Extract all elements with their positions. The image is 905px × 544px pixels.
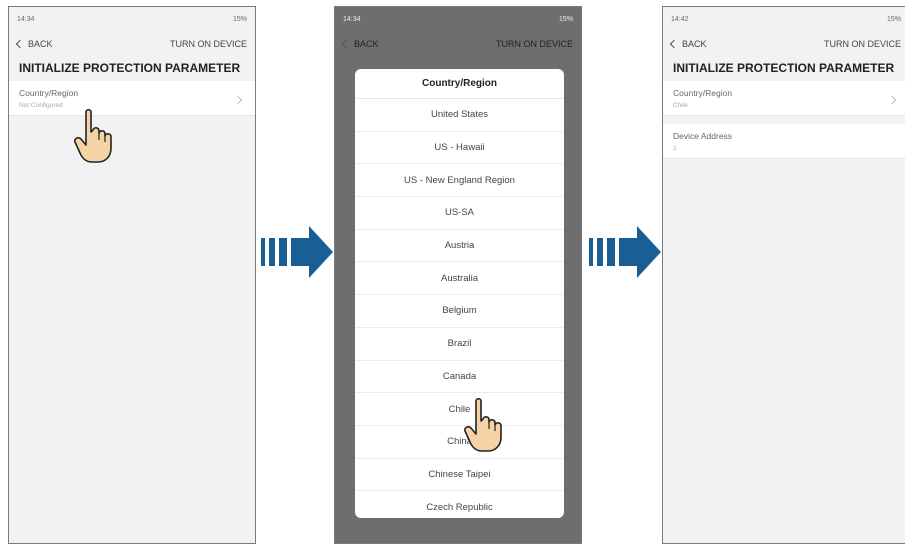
status-battery: 15% [232,15,247,23]
option-austria[interactable]: Austria [355,230,564,263]
back-button[interactable]: BACK [341,39,379,49]
back-label: BACK [28,39,53,49]
hand-pointer-icon [464,397,502,452]
device-address-value: 1 [673,145,677,152]
phone-screen-configured: 14:42 15% BACK TURN ON DEVICE INITIALIZE… [662,6,905,544]
next-step-arrow-icon [589,226,661,278]
chevron-left-icon [15,39,25,49]
country-region-value: Chile [673,102,688,109]
back-button[interactable]: BACK [15,39,53,49]
chevron-left-icon [341,39,351,49]
status-time: 14:34 [17,15,35,23]
option-brazil[interactable]: Brazil [355,328,564,361]
option-chinese-taipei[interactable]: Chinese Taipei [355,459,564,492]
page-title: INITIALIZE PROTECTION PARAMETER [19,61,241,75]
country-region-row[interactable]: Country/Region Chile [663,81,905,116]
option-australia[interactable]: Australia [355,262,564,296]
next-step-arrow-icon [261,226,333,278]
option-canada[interactable]: Canada [355,361,564,394]
option-us-sa[interactable]: US-SA [355,197,564,230]
device-address-label: Device Address [673,131,733,141]
status-bar: 14:34 15% [335,7,581,31]
option-us-new-england[interactable]: US - New England Region [355,164,564,198]
country-region-value: Not Configured [19,102,63,109]
page-title: INITIALIZE PROTECTION PARAMETER [673,61,895,75]
country-region-label: Country/Region [19,88,79,98]
back-button[interactable]: BACK [669,39,707,49]
status-time: 14:42 [671,15,689,23]
turn-on-device-button[interactable]: TURN ON DEVICE [170,39,247,49]
status-battery: 15% [886,15,901,23]
back-label: BACK [682,39,707,49]
phone-screen-initial: 14:34 15% BACK TURN ON DEVICE INITIALIZE… [8,6,256,544]
phone-screen-country-picker: 14:34 15% BACK TURN ON DEVICE Country/Re… [334,6,582,544]
turn-on-device-button[interactable]: TURN ON DEVICE [824,39,901,49]
country-region-label: Country/Region [673,88,733,98]
hand-pointer-icon [74,108,112,163]
option-czech-republic[interactable]: Czech Republic [355,491,564,518]
status-bar: 14:34 15% [9,7,255,31]
dialog-title: Country/Region [355,69,564,99]
option-belgium[interactable]: Belgium [355,295,564,328]
country-region-dialog: Country/Region United States US - Hawaii… [355,69,564,518]
turn-on-device-button[interactable]: TURN ON DEVICE [496,39,573,49]
option-united-states[interactable]: United States [355,99,564,132]
status-time: 14:34 [343,15,361,23]
option-us-hawaii[interactable]: US - Hawaii [355,132,564,165]
status-bar: 14:42 15% [663,7,905,31]
status-battery: 15% [558,15,573,23]
chevron-left-icon [669,39,679,49]
country-region-row[interactable]: Country/Region Not Configured [9,81,255,116]
nav-bar: BACK TURN ON DEVICE [9,31,255,57]
option-chile[interactable]: Chile [355,393,564,426]
option-china[interactable]: China [355,426,564,459]
nav-bar: BACK TURN ON DEVICE [663,31,905,57]
device-address-row[interactable]: Device Address 1 [663,124,905,159]
back-label: BACK [354,39,379,49]
nav-bar: BACK TURN ON DEVICE [335,31,581,57]
